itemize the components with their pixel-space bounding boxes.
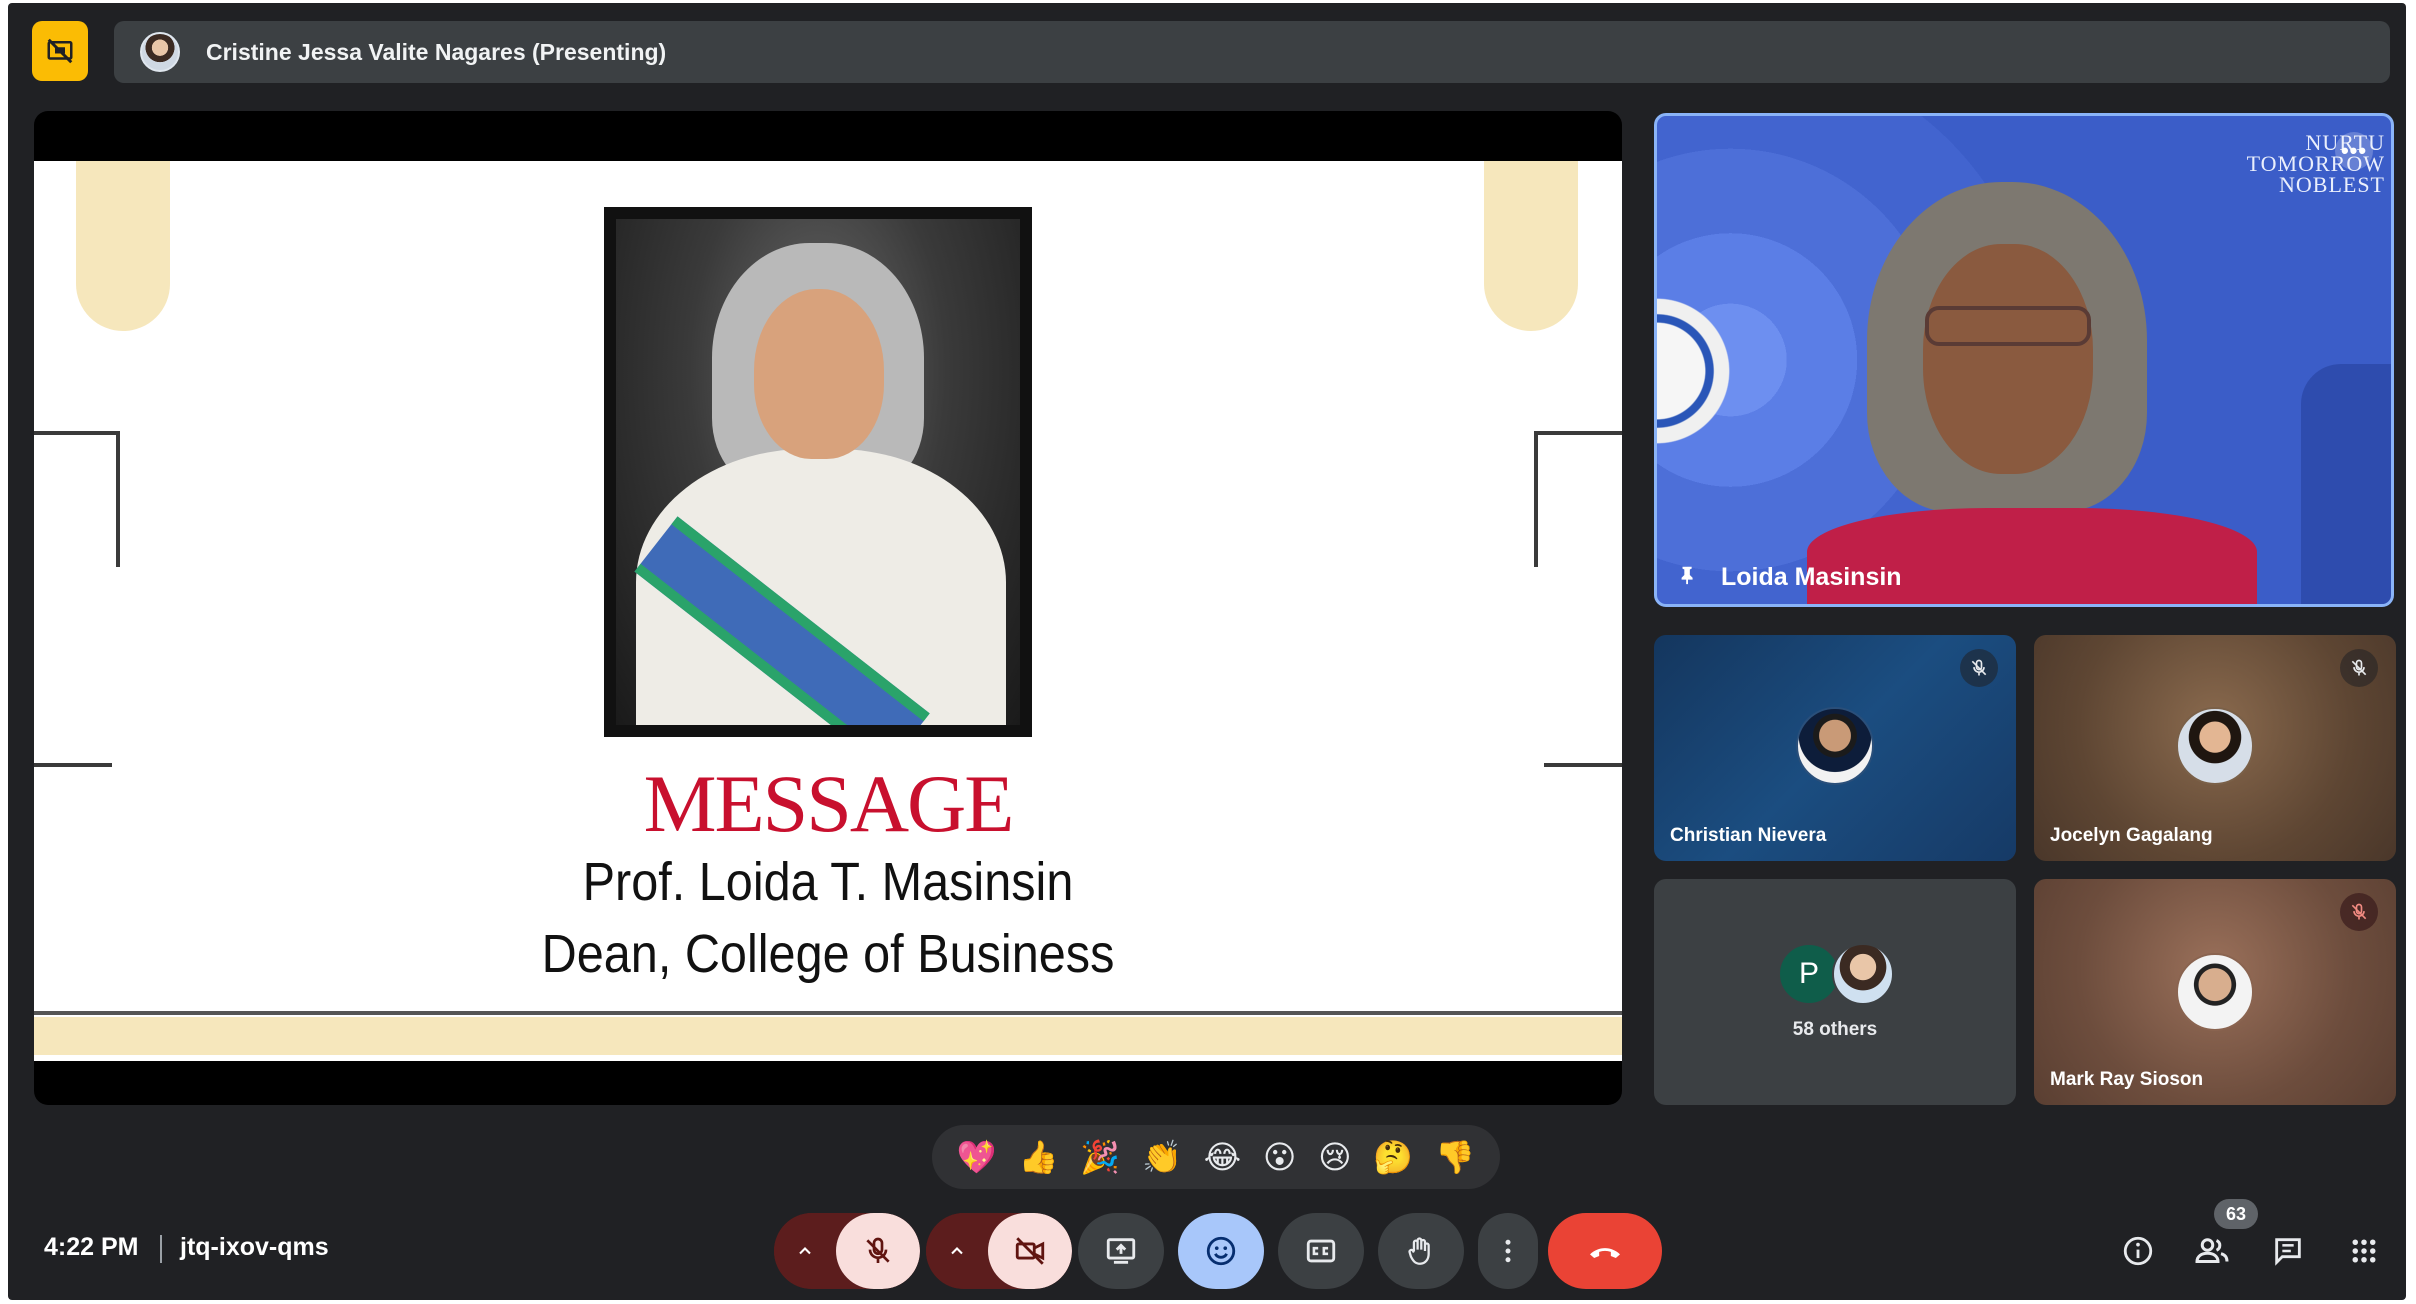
participant-name: Jocelyn Gagalang: [2050, 825, 2213, 846]
people-button[interactable]: [2186, 1225, 2238, 1277]
emoji-icon: [1206, 1236, 1236, 1266]
reaction-clapping[interactable]: 👏: [1142, 1141, 1182, 1173]
slide-decoration: [34, 1017, 1622, 1055]
slide-speaker-name: Prof. Loida T. Masinsin: [582, 852, 1074, 912]
pin-icon: [1681, 566, 1693, 585]
chat-icon: [2275, 1238, 2301, 1266]
video-off-icon: [1015, 1237, 1045, 1265]
microphone-toggle-button[interactable]: [836, 1213, 920, 1289]
closed-captions-icon: [1306, 1239, 1336, 1263]
slide-decoration: [1534, 431, 1622, 567]
reactions-bar: 💖 👍 🎉 👏 😂 😮 😢 🤔 👎: [932, 1125, 1500, 1189]
reaction-thinking[interactable]: 🤔: [1373, 1141, 1413, 1173]
video-options-button[interactable]: [926, 1213, 988, 1289]
avatar: [2176, 953, 2254, 1031]
leave-call-button[interactable]: [1548, 1213, 1662, 1289]
present-off-icon: [47, 38, 73, 64]
stop-presenting-button[interactable]: [32, 21, 88, 81]
participant-tile[interactable]: Jocelyn Gagalang: [2034, 635, 2396, 861]
send-reaction-button[interactable]: [1178, 1213, 1264, 1289]
tile-more-options-icon[interactable]: •••: [2335, 132, 2373, 170]
more-options-button[interactable]: [1478, 1213, 1538, 1289]
people-icon: [2195, 1238, 2229, 1263]
hand-icon: [1408, 1237, 1430, 1265]
presenter-banner: Cristine Jessa Valite Nagares (Presentin…: [114, 21, 2390, 83]
info-icon: [2123, 1236, 2153, 1266]
chevron-up-icon: [799, 1247, 811, 1255]
avatar: P: [1778, 943, 1840, 1005]
meet-window: Cristine Jessa Valite Nagares (Presentin…: [8, 3, 2406, 1300]
chat-button[interactable]: [2262, 1225, 2314, 1277]
raise-hand-button[interactable]: [1378, 1213, 1464, 1289]
participant-name: Mark Ray Sioson: [2050, 1069, 2204, 1090]
camera-control: [926, 1213, 1072, 1289]
others-count-label: 58 others: [1792, 1019, 1878, 1040]
audio-options-button[interactable]: [774, 1213, 836, 1289]
slide-decoration: [34, 431, 120, 567]
reaction-party-popper[interactable]: 🎉: [1080, 1141, 1120, 1173]
more-vert-icon: [1505, 1239, 1511, 1263]
presenter-label: Cristine Jessa Valite Nagares (Presentin…: [206, 38, 667, 65]
school-seal-logo: [1657, 286, 1741, 456]
mic-off-icon: [866, 1237, 890, 1263]
microphone-control: [774, 1213, 920, 1289]
slide-decoration: [76, 161, 170, 331]
reaction-crying[interactable]: 😢: [1318, 1141, 1351, 1173]
people-count-badge: 63: [2214, 1199, 2258, 1229]
avatar: [1832, 943, 1894, 1005]
slide-title: MESSAGE: [643, 758, 1015, 849]
presentation-stage[interactable]: MESSAGE Prof. Loida T. Masinsin Dean, Co…: [34, 111, 1622, 1105]
reaction-sparkling-heart[interactable]: 💖: [957, 1141, 997, 1173]
activities-button[interactable]: [2338, 1225, 2390, 1277]
chevron-up-icon: [951, 1247, 963, 1255]
slide-portrait-photo: [604, 207, 1032, 737]
divider: [160, 1235, 162, 1263]
call-end-icon: [1590, 1248, 1620, 1258]
presenter-avatar: [140, 32, 180, 72]
slide-speaker-role: Dean, College of Business: [541, 924, 1115, 984]
apps-grid-icon: [2352, 1239, 2376, 1263]
background-graphic: [2301, 364, 2391, 604]
others-avatar-group: P: [1778, 943, 1908, 1007]
avatar: [1796, 707, 1874, 785]
slide-decoration: [34, 1011, 1622, 1015]
participant-tile[interactable]: Mark Ray Sioson: [2034, 879, 2396, 1105]
captions-button[interactable]: [1278, 1213, 1364, 1289]
participant-name: Christian Nievera: [1670, 825, 1827, 846]
reaction-thumbs-up[interactable]: 👍: [1019, 1141, 1059, 1173]
mic-off-icon: [1960, 649, 1998, 687]
avatar: [2176, 707, 2254, 785]
mic-off-icon: [2340, 893, 2378, 931]
slide-decoration: [1484, 161, 1578, 331]
others-tile[interactable]: P 58 others: [1654, 879, 2016, 1105]
reaction-thumbs-down[interactable]: 👎: [1435, 1141, 1475, 1173]
participant-name: Loida Masinsin: [1721, 563, 1902, 591]
mic-off-icon: [2340, 649, 2378, 687]
camera-toggle-button[interactable]: [988, 1213, 1072, 1289]
present-screen-icon: [1106, 1238, 1136, 1264]
reaction-tears-of-joy[interactable]: 😂: [1204, 1141, 1241, 1173]
featured-speaker-tile[interactable]: NURTU TOMORROW NOBLEST ••• Loida Masinsi…: [1654, 113, 2394, 607]
meeting-details-button[interactable]: [2112, 1225, 2164, 1277]
meeting-code[interactable]: jtq-ixov-qms: [180, 1233, 329, 1262]
reaction-surprised[interactable]: 😮: [1263, 1141, 1296, 1173]
present-now-button[interactable]: [1078, 1213, 1164, 1289]
meeting-clock: 4:22 PM: [44, 1233, 139, 1261]
presentation-slide: MESSAGE Prof. Loida T. Masinsin Dean, Co…: [34, 161, 1622, 1061]
participant-tile[interactable]: Christian Nievera: [1654, 635, 2016, 861]
